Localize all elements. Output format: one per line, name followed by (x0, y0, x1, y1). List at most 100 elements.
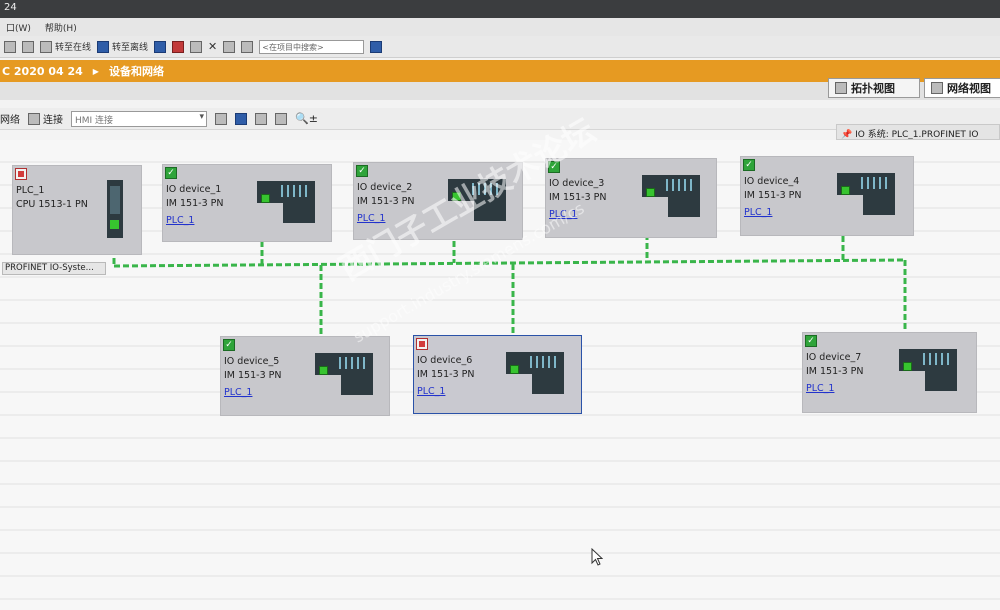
network-button[interactable]: 网络 (0, 111, 20, 126)
go-online-button[interactable]: 转至在线 (40, 40, 91, 53)
controller-link[interactable]: PLC_1 (744, 207, 772, 218)
io-system-label: 📌 IO 系统: PLC_1.PROFINET IO (836, 124, 1000, 140)
close-icon[interactable]: ✕ (208, 40, 217, 53)
port-icon (841, 186, 850, 195)
port-icon (646, 188, 655, 197)
go-online-label: 转至在线 (55, 43, 92, 53)
chevron-right-icon: ▶ (92, 66, 99, 76)
device-type: IM 151-3 PN (224, 370, 282, 381)
device-type: IM 151-3 PN (357, 196, 415, 207)
device-io-7[interactable]: ✓ IO device_7 IM 151-3 PN PLC_1 (802, 332, 977, 413)
port-icon (261, 194, 270, 203)
tab-network-label: 网络视图 (947, 82, 991, 95)
start-simulation-icon[interactable] (172, 40, 185, 53)
device-type: IM 151-3 PN (549, 192, 607, 203)
io-module-icon (257, 181, 315, 225)
mouse-cursor-icon (591, 548, 603, 566)
io-module-icon (315, 353, 373, 397)
menu-bar: 口(W) 帮助(H) (0, 18, 1000, 36)
status-ok-icon: ✓ (223, 339, 235, 351)
io-module-icon (899, 349, 957, 393)
device-io-6[interactable]: IO device_6 IM 151-3 PN PLC_1 (413, 335, 582, 414)
port-icon (903, 362, 912, 371)
pin-icon: 📌 (841, 130, 853, 140)
go-offline-button[interactable]: 转至离线 (97, 40, 148, 53)
device-name: IO device_4 (744, 176, 800, 187)
device-name: IO device_2 (357, 182, 413, 193)
port-icon (319, 366, 328, 375)
device-name: IO device_7 (806, 352, 862, 363)
port-icon (110, 220, 119, 229)
split-horizontal-icon[interactable] (223, 40, 236, 53)
title-bar: 24 (0, 0, 1000, 18)
connections-icon (28, 112, 40, 125)
breadcrumb-project[interactable]: C 2020 04 24 (2, 65, 83, 78)
device-type: IM 151-3 PN (744, 190, 802, 201)
device-io-4[interactable]: ✓ IO device_4 IM 151-3 PN PLC_1 (740, 156, 914, 236)
download-warning-icon (15, 168, 27, 180)
tab-topology-view[interactable]: 拓扑视图 (828, 78, 920, 98)
io-module-icon (642, 175, 700, 219)
tab-network-view[interactable]: 网络视图 (924, 78, 1000, 98)
go-online-icon (40, 40, 52, 53)
stop-cpu-icon[interactable] (190, 40, 203, 53)
controller-link[interactable]: PLC_1 (806, 383, 834, 394)
page-break-icon[interactable] (275, 112, 287, 125)
device-io-3[interactable]: ✓ IO device_3 IM 151-3 PN PLC_1 (545, 158, 717, 238)
io-module-icon (837, 173, 895, 217)
device-name: IO device_3 (549, 178, 605, 189)
controller-link[interactable]: PLC_1 (224, 387, 252, 398)
status-ok-icon: ✓ (165, 167, 177, 179)
controller-link[interactable]: PLC_1 (357, 213, 385, 224)
connections-button[interactable]: 连接 (28, 111, 63, 126)
breadcrumb-section[interactable]: 设备和网络 (109, 63, 164, 79)
connections-label: 连接 (43, 115, 63, 126)
device-name: IO device_5 (224, 356, 280, 367)
io-module-icon (506, 352, 564, 396)
device-name: IO device_1 (166, 184, 222, 195)
device-name: PLC_1 (16, 185, 45, 196)
device-name: IO device_6 (417, 355, 473, 366)
menu-item-window[interactable]: 口(W) (6, 21, 31, 34)
controller-link[interactable]: PLC_1 (417, 386, 445, 397)
window-title: 24 (4, 2, 17, 13)
device-type: IM 151-3 PN (166, 198, 224, 209)
zoom-icon[interactable]: 🔍± (295, 112, 318, 125)
device-io-1[interactable]: ✓ IO device_1 IM 151-3 PN PLC_1 (162, 164, 332, 242)
status-ok-icon: ✓ (548, 161, 560, 173)
controller-link[interactable]: PLC_1 (549, 209, 577, 220)
status-ok-icon: ✓ (743, 159, 755, 171)
project-search-input[interactable]: <在项目中搜索> (259, 39, 365, 54)
menu-item-help[interactable]: 帮助(H) (45, 21, 77, 34)
screen: 24 口(W) 帮助(H) 转至在线 转至离线 ✕ <在项目中搜索> C 202… (0, 0, 1000, 610)
device-type: IM 151-3 PN (806, 366, 864, 377)
address-overview-icon[interactable] (235, 112, 247, 125)
go-offline-icon (97, 40, 110, 53)
topology-icon (835, 82, 847, 94)
device-type: CPU 1513-1 PN (16, 199, 88, 210)
cpu-module-icon (107, 180, 123, 238)
io-system-text: IO 系统: PLC_1.PROFINET IO (855, 130, 979, 140)
relations-icon[interactable] (215, 112, 227, 125)
search-icon[interactable] (370, 40, 383, 53)
save-icon[interactable] (4, 40, 16, 53)
connection-type-select[interactable]: HMI 连接 (71, 110, 207, 127)
device-plc[interactable]: PLC_1 CPU 1513-1 PN (12, 165, 142, 255)
split-vertical-icon[interactable] (241, 40, 254, 53)
tab-topology-label: 拓扑视图 (851, 82, 895, 95)
main-toolbar: 转至在线 转至离线 ✕ <在项目中搜索> (0, 36, 1000, 58)
go-offline-label: 转至离线 (112, 43, 149, 53)
port-icon (452, 192, 461, 201)
print-icon[interactable] (22, 40, 34, 53)
controller-link[interactable]: PLC_1 (166, 215, 194, 226)
download-warning-icon (416, 338, 428, 350)
port-icon (510, 365, 519, 374)
status-ok-icon: ✓ (356, 165, 368, 177)
profinet-io-system-label[interactable]: PROFINET IO-Syste... (2, 262, 106, 275)
device-io-2[interactable]: ✓ IO device_2 IM 151-3 PN PLC_1 (353, 162, 523, 240)
io-module-icon (448, 179, 506, 223)
grid-icon[interactable] (255, 112, 267, 125)
device-type: IM 151-3 PN (417, 369, 475, 380)
accessible-devices-icon[interactable] (154, 40, 167, 53)
device-io-5[interactable]: ✓ IO device_5 IM 151-3 PN PLC_1 (220, 336, 390, 416)
